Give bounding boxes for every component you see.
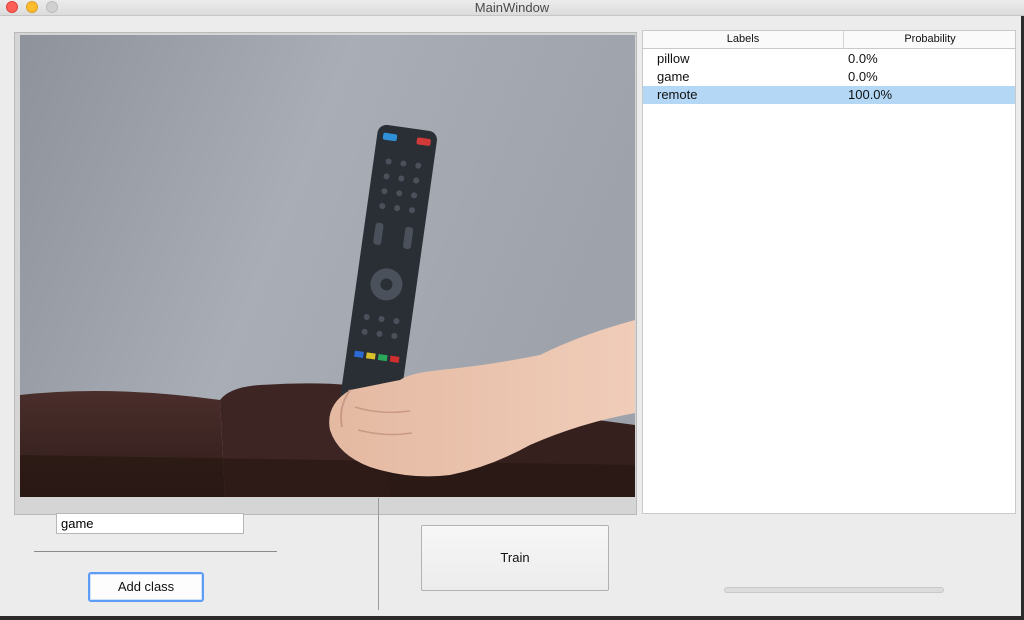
- table-header: Labels Probability: [643, 31, 1015, 49]
- camera-frame: [14, 32, 637, 515]
- window-title: MainWindow: [474, 0, 550, 15]
- row-probability: 0.0%: [848, 51, 878, 66]
- row-label: pillow: [657, 51, 690, 66]
- table-row[interactable]: pillow 0.0%: [643, 50, 1015, 68]
- add-class-button[interactable]: Add class: [88, 572, 204, 602]
- camera-feed-image: [20, 35, 635, 497]
- row-probability: 0.0%: [848, 69, 878, 84]
- window-edge-bottom: [0, 616, 1024, 620]
- train-button[interactable]: Train: [421, 525, 609, 591]
- horizontal-divider: [34, 551, 277, 552]
- row-label: game: [657, 69, 690, 84]
- training-progress-bar: [724, 587, 944, 593]
- camera-feed-picture: [20, 35, 635, 497]
- class-name-input[interactable]: [56, 513, 244, 534]
- table-row[interactable]: game 0.0%: [643, 68, 1015, 86]
- vertical-divider: [378, 498, 379, 610]
- predictions-table: Labels Probability pillow 0.0% game 0.0%…: [642, 30, 1016, 514]
- table-row-selected[interactable]: remote 100.0%: [643, 86, 1015, 104]
- row-probability: 100.0%: [848, 87, 893, 102]
- column-header-labels[interactable]: Labels: [643, 31, 844, 48]
- row-label: remote: [657, 87, 698, 102]
- column-header-probability[interactable]: Probability: [844, 31, 1016, 48]
- title-bar: MainWindow: [0, 0, 1024, 16]
